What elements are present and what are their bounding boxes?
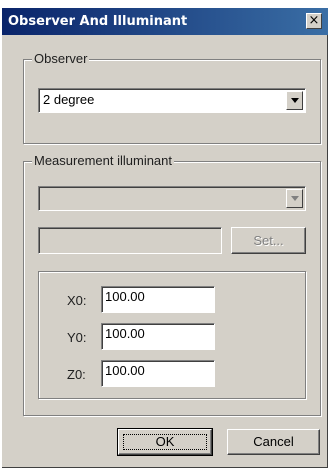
window-title: Observer And Illuminant	[8, 14, 188, 29]
observer-selected-value: 2 degree	[43, 92, 95, 107]
illuminant-legend: Measurement illuminant	[32, 153, 175, 168]
focus-rectangle	[123, 434, 207, 450]
z0-input[interactable]: 100.00	[101, 360, 215, 387]
illuminant-dropdown-button[interactable]	[286, 189, 303, 208]
observer-dropdown[interactable]: 2 degree	[38, 88, 306, 113]
cancel-button-label: Cancel	[253, 434, 294, 449]
z0-value: 100.00	[105, 363, 145, 378]
illuminant-group: Measurement illuminant Set... X0: 100.00…	[23, 153, 321, 416]
y0-label: Y0:	[67, 330, 87, 345]
close-icon: ×	[308, 13, 320, 28]
observer-dropdown-button[interactable]	[286, 91, 303, 110]
y0-value: 100.00	[105, 326, 145, 341]
title-bar[interactable]: Observer And Illuminant ×	[2, 8, 328, 35]
close-button[interactable]: ×	[306, 13, 322, 29]
x0-value: 100.00	[105, 289, 145, 304]
x0-label: X0:	[67, 293, 87, 308]
z0-label: Z0:	[67, 367, 86, 382]
illuminant-text-field[interactable]	[38, 227, 222, 254]
cancel-button[interactable]: Cancel	[227, 429, 320, 455]
whitepoint-group: X0: 100.00 Y0: 100.00 Z0: 100.00	[38, 271, 306, 399]
ok-button[interactable]: OK	[117, 428, 213, 456]
set-button-label: Set...	[253, 233, 284, 248]
chevron-down-icon	[291, 98, 299, 103]
observer-illuminant-dialog: Observer And Illuminant × Observer 2 deg…	[2, 8, 328, 468]
set-button[interactable]: Set...	[231, 227, 306, 254]
observer-group: Observer 2 degree	[23, 51, 321, 144]
chevron-down-icon	[291, 196, 299, 201]
illuminant-dropdown[interactable]	[38, 186, 306, 211]
x0-input[interactable]: 100.00	[101, 286, 215, 313]
observer-legend: Observer	[32, 51, 90, 66]
y0-input[interactable]: 100.00	[101, 323, 215, 350]
